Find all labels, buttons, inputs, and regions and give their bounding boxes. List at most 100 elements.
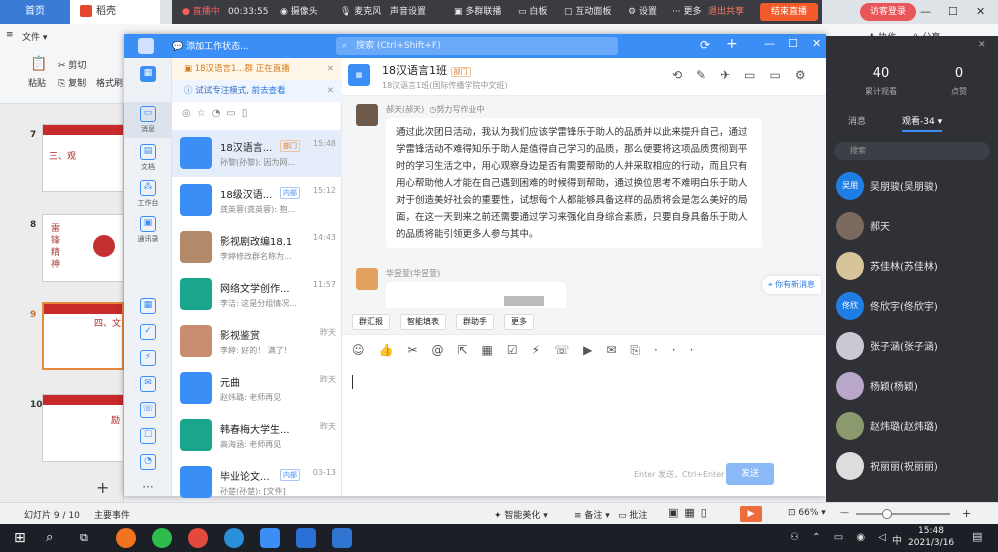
mail-icon[interactable]: ✉ — [124, 376, 172, 394]
viewer-item[interactable]: 祝丽丽(祝丽丽) — [826, 446, 998, 486]
cut-button[interactable]: ✂ 剪切 — [58, 58, 86, 71]
wps-writer-icon[interactable] — [296, 528, 316, 548]
add-slide-icon[interactable]: + — [96, 478, 109, 497]
focus-banner[interactable]: ⓘ 试试专注模式, 前去查看 ✕ — [172, 80, 342, 102]
close-icon[interactable]: ✕ — [978, 40, 986, 50]
search-input[interactable]: ⌕ 搜索 (Ctrl+Shift+F) — [336, 37, 618, 55]
app-icon[interactable] — [332, 528, 352, 548]
exit-share-button[interactable]: 退出共享 — [708, 0, 744, 24]
apps-icon[interactable]: ▦ — [124, 66, 172, 84]
send-button[interactable]: 发送 — [726, 463, 774, 485]
tab-comments[interactable]: 消息 — [848, 114, 866, 127]
nav-workbench[interactable]: ⁂ 工作台 — [124, 180, 172, 208]
conversation-item[interactable]: 网络文学创作... 李洁: 这是分组情况... 11:57 — [172, 271, 342, 318]
conversation-item[interactable]: 18汉语言... 部门 孙黎(孙黎): 因为网... 15:48 — [172, 130, 342, 177]
conversation-item[interactable]: 18级汉语... 内部 龚英蓉(龚英蓉): 抱... 15:12 — [172, 177, 342, 224]
minimize-icon[interactable]: — — [764, 37, 775, 50]
focus-link[interactable]: 前去查看 — [252, 86, 286, 96]
viewer-item[interactable]: 佟欣 佟欣宇(佟欣宇) — [826, 286, 998, 326]
ime-indicator[interactable]: 中 — [892, 532, 902, 547]
visitor-login-button[interactable]: 访客登录 — [860, 3, 916, 21]
viewer-item[interactable]: 杨颖(杨颖) — [826, 366, 998, 406]
maximize-icon[interactable]: ☐ — [788, 37, 798, 50]
tab-home[interactable]: 首页 — [0, 0, 70, 24]
slide-thumbnail-selected[interactable]: 四、文 — [42, 302, 124, 370]
add-icon[interactable]: + — [726, 36, 738, 52]
slide-thumbnail[interactable]: 励 — [42, 394, 124, 462]
ai-icon[interactable]: ◔ — [124, 454, 172, 472]
windows-start-icon[interactable]: ⊞ — [14, 528, 34, 548]
menu-icon[interactable]: ≡ — [6, 30, 14, 40]
more-button[interactable]: ··· 更多 — [672, 0, 701, 24]
new-message-pill[interactable]: ⌖ 你有新消息 — [762, 276, 822, 294]
zoom-in-icon[interactable]: + — [962, 507, 971, 520]
firefox-icon[interactable] — [116, 528, 136, 548]
chat-header-tools[interactable]: ⟲✎✈▭▭⚙ — [672, 68, 820, 82]
user-avatar[interactable] — [138, 38, 154, 54]
quick-action-button[interactable]: 群助手 — [456, 314, 494, 330]
play-icon[interactable]: ▶ — [740, 506, 762, 522]
minimize-icon[interactable]: — — [920, 0, 931, 24]
viewer-item[interactable]: 郝天 — [826, 206, 998, 246]
message-bubble[interactable]: 通过此次团日活动，我认为我们应该学雷锋乐于助人的品质并以此来提升自己，通过学雷锋… — [386, 118, 762, 248]
tab-daoke[interactable]: 稻壳 — [70, 0, 160, 24]
mic-button[interactable]: 🎙 麦克风 — [340, 0, 381, 24]
conversation-item[interactable]: 韩春梅大学生... 高海涵: 老师再见 昨天 — [172, 412, 342, 459]
nav-docs[interactable]: ▤ 文档 — [124, 144, 172, 172]
view-mode-icons[interactable]: ▣▦▯ — [668, 506, 713, 519]
close-icon[interactable]: ✕ — [812, 37, 821, 50]
approval-icon[interactable]: ☐ — [124, 428, 172, 446]
end-live-button[interactable]: 结束直播 — [760, 3, 818, 21]
task-view-icon[interactable]: ⧉ — [80, 528, 100, 548]
todo-icon[interactable]: ✓ — [124, 324, 172, 342]
netease-icon[interactable] — [188, 528, 208, 548]
format-painter-button[interactable]: 格式刷 — [96, 76, 123, 89]
conversation-item[interactable]: 毕业论文... 内部 孙楚(孙楚): [文件] 03-13 — [172, 459, 342, 506]
sender-avatar[interactable] — [356, 268, 378, 290]
beautify-button[interactable]: ✦ 智能美化 ▾ — [494, 508, 548, 521]
group-avatar[interactable]: ▦ — [348, 64, 370, 86]
sound-settings-button[interactable]: 声音设置 — [390, 0, 426, 24]
multi-group-button[interactable]: ▣ 多群联播 — [454, 0, 501, 24]
settings-button[interactable]: ⚙ 设置 — [628, 0, 657, 24]
image-message[interactable] — [386, 282, 566, 308]
conversation-item[interactable]: 影视剧改编18.1 李婷修改群名称为... 14:43 — [172, 224, 342, 271]
clock-time[interactable]: 15:48 — [918, 526, 944, 536]
file-menu[interactable]: 文件 ▾ — [22, 30, 47, 43]
nav-contacts[interactable]: ▣ 通讯录 — [124, 216, 172, 244]
more-icon[interactable]: ··· — [124, 480, 172, 494]
quick-action-button[interactable]: 群汇报 — [352, 314, 390, 330]
zoom-slider-thumb[interactable] — [882, 509, 892, 519]
viewer-item[interactable]: 吴朋 吴朋骏(吴朋骏) — [826, 166, 998, 206]
system-tray-icons[interactable]: ⚇ ⌃ ▭ ◉ ◁ — [790, 532, 891, 543]
camera-button[interactable]: ◉ 摄像头 — [280, 0, 318, 24]
search-icon[interactable]: ⌕ — [46, 528, 66, 548]
work-status[interactable]: 💬 添加工作状态... — [172, 39, 249, 52]
close-icon[interactable]: ✕ — [976, 0, 985, 24]
zoom-level[interactable]: ⊡ 66% ▾ — [788, 508, 826, 518]
zoom-slider[interactable] — [856, 509, 950, 519]
whiteboard-button[interactable]: ▭ 白板 — [518, 0, 547, 24]
close-icon[interactable]: ✕ — [327, 58, 334, 80]
maximize-icon[interactable]: ☐ — [948, 0, 958, 24]
close-icon[interactable]: ✕ — [327, 80, 334, 102]
notification-icon[interactable]: ▤ — [972, 530, 982, 543]
ding-icon[interactable]: ⚡ — [124, 350, 172, 368]
slide-thumbnail[interactable]: 雷锋精神 — [42, 214, 124, 282]
quick-action-button[interactable]: 智能填表 — [400, 314, 446, 330]
sender-avatar[interactable] — [356, 104, 378, 126]
theme-name[interactable]: 主要事件 — [94, 508, 130, 521]
history-icon[interactable]: ⟳ — [700, 38, 710, 52]
viewer-item[interactable]: 张子涵(张子涵) — [826, 326, 998, 366]
zoom-out-icon[interactable]: — — [840, 508, 849, 518]
viewer-search-input[interactable]: 搜索 — [834, 142, 990, 160]
slide-thumbnail[interactable]: 三、观 — [42, 124, 124, 192]
viewer-item[interactable]: 赵炜璐(赵炜璐) — [826, 406, 998, 446]
notes-button[interactable]: ≡ 备注 ▾ — [574, 508, 610, 521]
copy-button[interactable]: ⎘ 复制 — [58, 76, 86, 89]
paste-icon[interactable]: 📋 — [30, 56, 47, 72]
interaction-button[interactable]: ▢ 互动面板 — [564, 0, 611, 24]
calendar-icon[interactable]: ▦ — [124, 298, 172, 316]
filter-icons[interactable]: ◎☆◔▭▯ — [182, 108, 253, 119]
dingtalk-icon[interactable] — [260, 528, 280, 548]
